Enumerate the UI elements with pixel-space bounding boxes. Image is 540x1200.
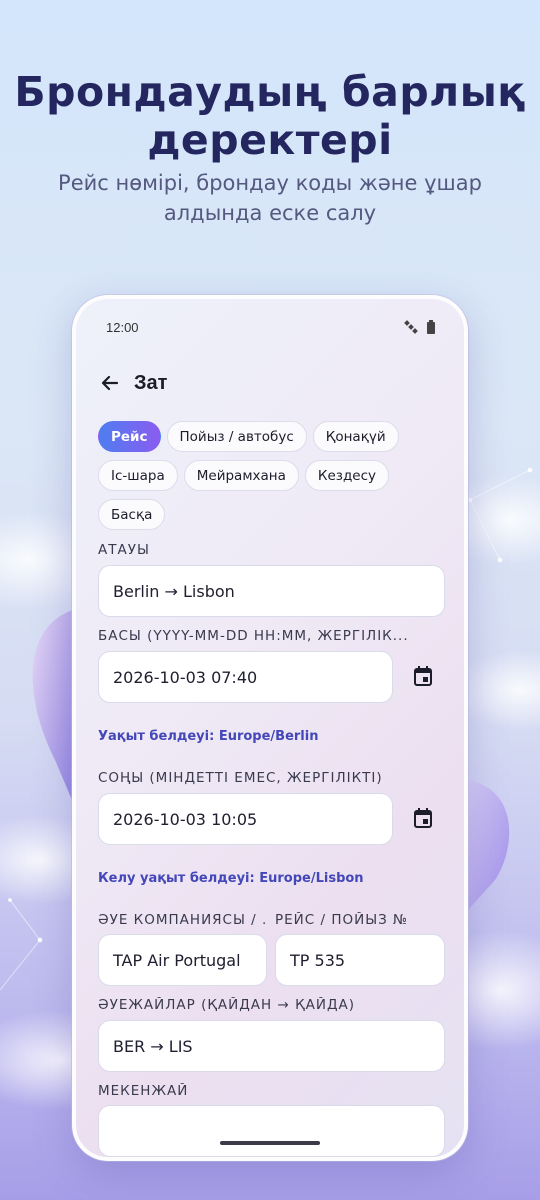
chip-train-bus[interactable]: Пойыз / автобус xyxy=(166,421,307,452)
page-title: Зат xyxy=(134,371,168,394)
arrow-left-icon[interactable] xyxy=(98,371,122,395)
start-timezone-note: Уақыт белдеуі: Europe/Berlin xyxy=(98,729,319,744)
status-icons xyxy=(404,320,436,334)
chip-flight[interactable]: Рейс xyxy=(98,421,161,452)
promo-headline: Брондаудың барлық деректері xyxy=(0,68,540,164)
chip-other[interactable]: Басқа xyxy=(98,499,166,530)
status-bar: 12:00 xyxy=(106,315,436,339)
promo-headline-line1: Брондаудың барлық xyxy=(14,68,526,116)
promo-subline-line2: алдында еске салу xyxy=(163,201,377,225)
promo-headline-line2: деректері xyxy=(147,116,393,164)
flight-number-field[interactable]: TP 535 xyxy=(275,934,445,986)
battery-icon xyxy=(427,320,435,334)
flight-number-label: РЕЙС / ПОЙЫЗ № xyxy=(275,912,409,928)
end-field[interactable]: 2026-10-03 10:05 xyxy=(98,793,393,845)
airline-field[interactable]: TAP Air Portugal xyxy=(98,934,267,986)
end-label: СОҢЫ (МІНДЕТТІ ЕМЕС, ЖЕРГІЛІКТІ) xyxy=(98,770,383,786)
calendar-icon[interactable] xyxy=(408,803,438,833)
chip-hotel[interactable]: Қонақүй xyxy=(312,421,399,452)
promo-subline-line1: Рейс нөмірі, брондау коды және ұшар xyxy=(58,171,482,195)
address-label: МЕКЕНЖАЙ xyxy=(98,1083,189,1099)
status-time: 12:00 xyxy=(106,319,139,335)
chip-event[interactable]: Іс-шара xyxy=(98,460,178,491)
phone-screen: 12:00 Зат Рейс Пойыз / автобус Қонақүй І… xyxy=(76,299,464,1157)
end-timezone-note: Келу уақыт белдеуі: Europe/Lisbon xyxy=(98,871,364,886)
airline-label: ӘУЕ КОМПАНИЯСЫ / ... xyxy=(98,912,266,928)
airports-label: ӘУЕЖАЙЛАР (ҚАЙДАН → ҚАЙДА) xyxy=(98,997,356,1013)
category-chips: Рейс Пойыз / автобус Қонақүй Іс-шара Мей… xyxy=(98,421,442,530)
start-label: БАСЫ (YYYY-MM-DD HH:MM, ЖЕРГІЛІК... xyxy=(98,628,409,644)
title-field[interactable]: Berlin → Lisbon xyxy=(98,565,445,617)
promo-subline: Рейс нөмірі, брондау коды және ұшар алды… xyxy=(40,168,500,228)
phone-frame: 12:00 Зат Рейс Пойыз / автобус Қонақүй І… xyxy=(72,295,468,1161)
start-field[interactable]: 2026-10-03 07:40 xyxy=(98,651,393,703)
chip-meeting[interactable]: Кездесу xyxy=(304,460,389,491)
satellite-icon xyxy=(404,320,418,334)
home-indicator xyxy=(220,1141,320,1145)
address-field[interactable] xyxy=(98,1105,445,1157)
app-bar: Зат xyxy=(98,363,167,403)
title-label: АТАУЫ xyxy=(98,542,150,558)
chip-restaurant[interactable]: Мейрамхана xyxy=(183,460,299,491)
calendar-icon[interactable] xyxy=(408,661,438,691)
airports-field[interactable]: BER → LIS xyxy=(98,1020,445,1072)
